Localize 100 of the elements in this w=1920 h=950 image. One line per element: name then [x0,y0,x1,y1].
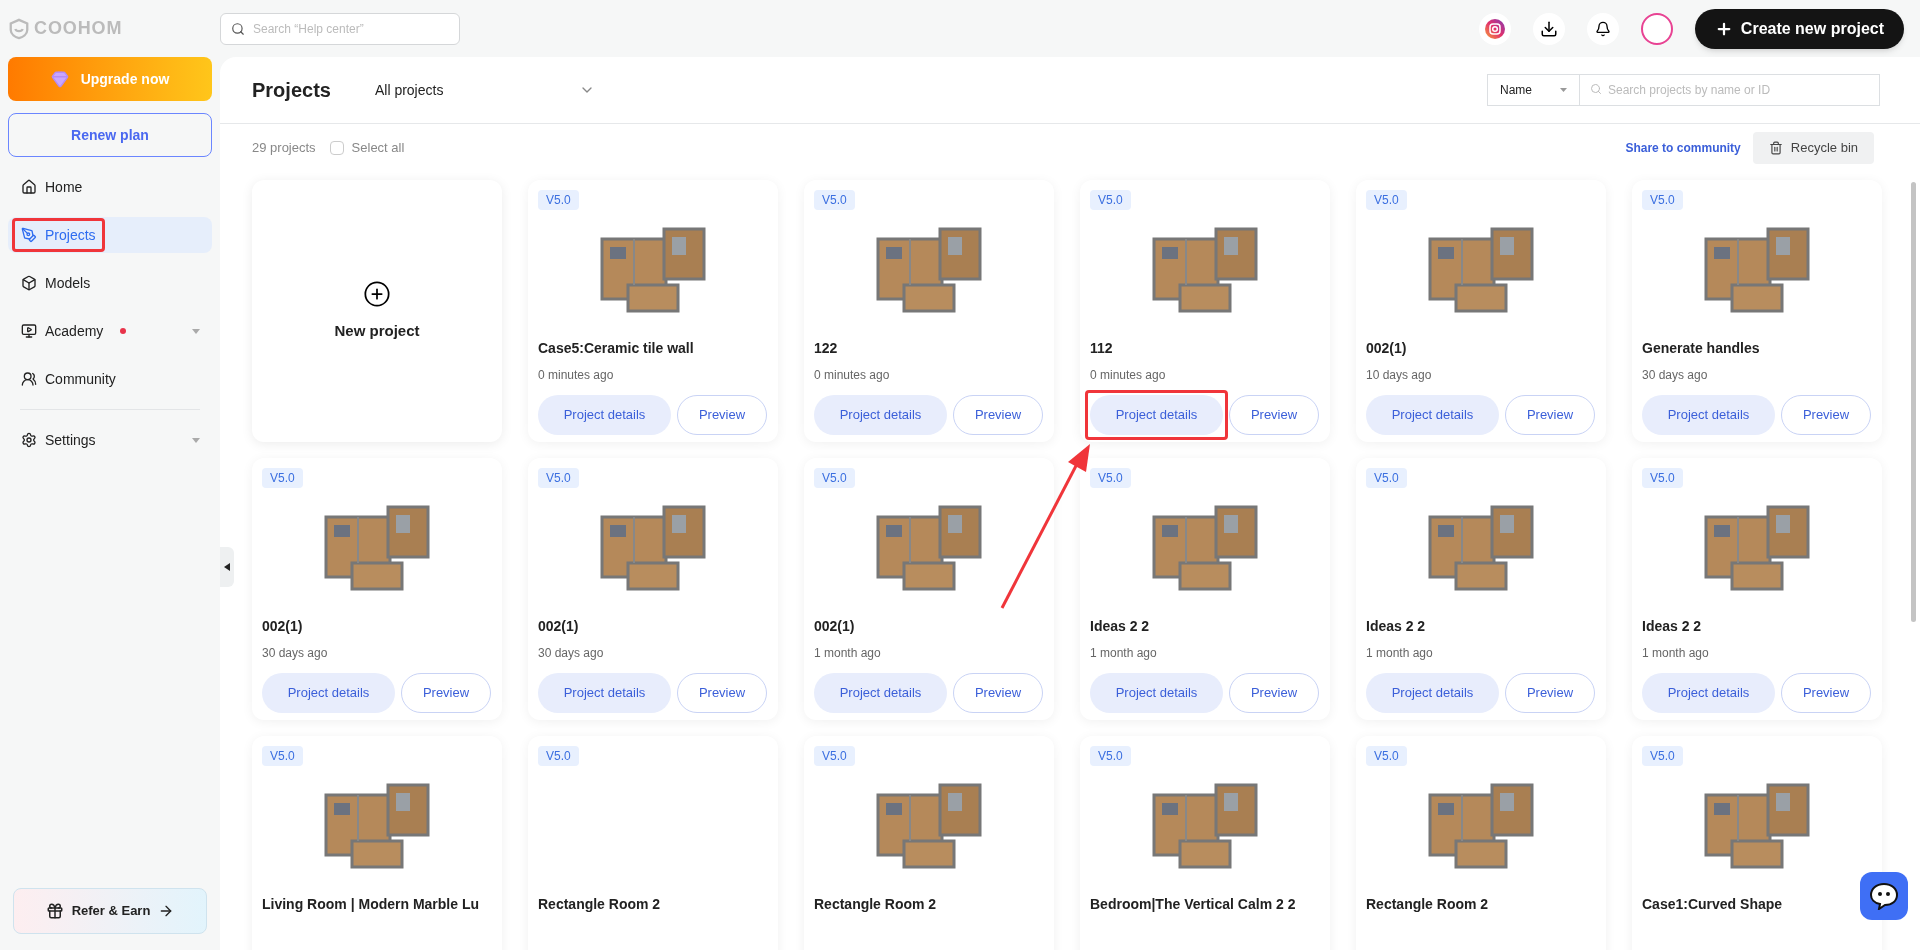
preview-button[interactable]: Preview [1505,673,1595,713]
preview-button[interactable]: Preview [1505,395,1595,435]
version-badge: V5.0 [1366,746,1407,766]
project-details-button[interactable]: Project details [1090,673,1223,713]
preview-button[interactable]: Preview [1229,395,1319,435]
project-card[interactable]: V5.0 002(1) 1 month ago Project details Preview [804,458,1054,720]
project-card[interactable]: V5.0 Living Room | Modern Marble Lu [252,736,502,950]
nav-icon [21,227,37,243]
notification-button[interactable] [1586,12,1619,45]
project-card[interactable]: V5.0 Rectangle Room 2 [1356,736,1606,950]
nav-icon [21,432,37,448]
project-time: 30 days ago [538,645,605,661]
project-card[interactable]: V5.0 Ideas 2 2 1 month ago Project details Preview [1080,458,1330,720]
project-card[interactable]: V5.0 Rectangle Room 2 [528,736,778,950]
chat-bubble-icon [1869,882,1899,910]
project-card[interactable]: V5.0 Ideas 2 2 1 month ago Project details Preview [1632,458,1882,720]
nav-item[interactable]: Academy [8,313,212,349]
version-badge: V5.0 [1642,746,1683,766]
project-details-button[interactable]: Project details [814,673,947,713]
project-title: Rectangle Room 2 [814,895,938,914]
project-details-button[interactable]: Project details [1090,395,1223,435]
nav-icon [21,371,37,387]
project-card[interactable]: V5.0 Case5:Ceramic tile wall 0 minutes ago Project details Preview [528,180,778,442]
project-details-button[interactable]: Project details [538,673,671,713]
project-card[interactable]: V5.0 Ideas 2 2 1 month ago Project details Preview [1356,458,1606,720]
preview-button[interactable]: Preview [1229,673,1319,713]
project-details-button[interactable]: Project details [538,395,671,435]
refer-earn-button[interactable]: Refer & Earn [13,888,207,934]
download-button[interactable] [1532,12,1565,45]
version-badge: V5.0 [1090,190,1131,210]
nav-item[interactable]: Home [8,169,212,205]
project-time: 1 month ago [814,645,882,661]
renew-plan-button[interactable]: Renew plan [8,113,212,157]
project-filter-dropdown[interactable]: All projects [374,79,595,101]
preview-button[interactable]: Preview [1781,673,1871,713]
collapse-handle[interactable] [220,547,234,587]
project-title: Ideas 2 2 [1642,617,1703,636]
project-card[interactable]: V5.0 Case1:Curved Shape [1632,736,1882,950]
project-title: Generate handles [1642,339,1761,358]
help-search-field[interactable]: Search “Help center” [220,12,460,45]
project-card[interactable]: V5.0 Rectangle Room 2 [804,736,1054,950]
version-badge: V5.0 [1090,468,1131,488]
new-project-label: New project [334,320,420,341]
project-time: 30 days ago [1642,367,1709,383]
caret-icon [192,328,200,334]
page-title: Projects [252,78,331,103]
chat-button[interactable] [1860,872,1908,920]
preview-button[interactable]: Preview [677,395,767,435]
project-card[interactable]: V5.0 122 0 minutes ago Project details Preview [804,180,1054,442]
project-title: 122 [814,339,839,358]
bell-icon [1594,20,1611,37]
version-badge: V5.0 [1642,190,1683,210]
instagram-button[interactable] [1478,12,1511,45]
nav-label: Projects [45,225,96,245]
select-all-checkbox[interactable]: Select all [329,138,405,158]
nav-label: Models [45,273,91,293]
nav-label: Settings [45,430,96,450]
project-time: 0 minutes ago [1090,367,1167,383]
project-title: Bedroom|The Vertical Calm 2 2 [1090,895,1297,914]
project-details-button[interactable]: Project details [1366,395,1499,435]
project-title: 002(1) [814,617,856,636]
project-search-field[interactable]: Search projects by name or ID [1580,74,1880,106]
avatar[interactable] [1640,12,1673,45]
project-card[interactable]: V5.0 002(1) 30 days ago Project details Preview [528,458,778,720]
nav-icon [21,275,37,291]
project-title: Ideas 2 2 [1090,617,1151,636]
nav-icon [21,179,37,195]
nav-item[interactable]: Settings [8,422,212,458]
nav-item[interactable]: Models [8,265,212,301]
preview-button[interactable]: Preview [1781,395,1871,435]
preview-button[interactable]: Preview [677,673,767,713]
project-card[interactable]: V5.0 Bedroom|The Vertical Calm 2 2 [1080,736,1330,950]
sort-dropdown[interactable]: Name [1487,74,1580,106]
project-details-button[interactable]: Project details [262,673,395,713]
project-details-button[interactable]: Project details [1642,395,1775,435]
project-card[interactable]: V5.0 002(1) 10 days ago Project details Preview [1356,180,1606,442]
version-badge: V5.0 [262,746,303,766]
project-card[interactable]: V5.0 Generate handles 30 days ago Project details Preview [1632,180,1882,442]
project-time: 10 days ago [1366,367,1433,383]
nav-item[interactable]: Projects [8,217,212,253]
recycle-bin-button[interactable]: Recycle bin [1752,132,1874,164]
collapse-icon [224,563,230,571]
preview-button[interactable]: Preview [953,673,1043,713]
project-card[interactable]: V5.0 002(1) 30 days ago Project details Preview [252,458,502,720]
create-project-button[interactable]: Create new project [1694,8,1904,49]
caret-icon [1560,88,1567,92]
version-badge: V5.0 [814,746,855,766]
camera-icon [1484,18,1505,39]
search-icon [1590,83,1602,95]
project-details-button[interactable]: Project details [814,395,947,435]
project-count: 29 projects [252,139,316,158]
preview-button[interactable]: Preview [401,673,491,713]
project-details-button[interactable]: Project details [1642,673,1775,713]
preview-button[interactable]: Preview [953,395,1043,435]
new-project-card[interactable]: New project [252,180,502,442]
version-badge: V5.0 [1090,746,1131,766]
project-time: 0 minutes ago [538,367,615,383]
project-details-button[interactable]: Project details [1366,673,1499,713]
share-link[interactable]: Share to community [1625,139,1741,157]
nav-item[interactable]: Community [8,361,212,397]
